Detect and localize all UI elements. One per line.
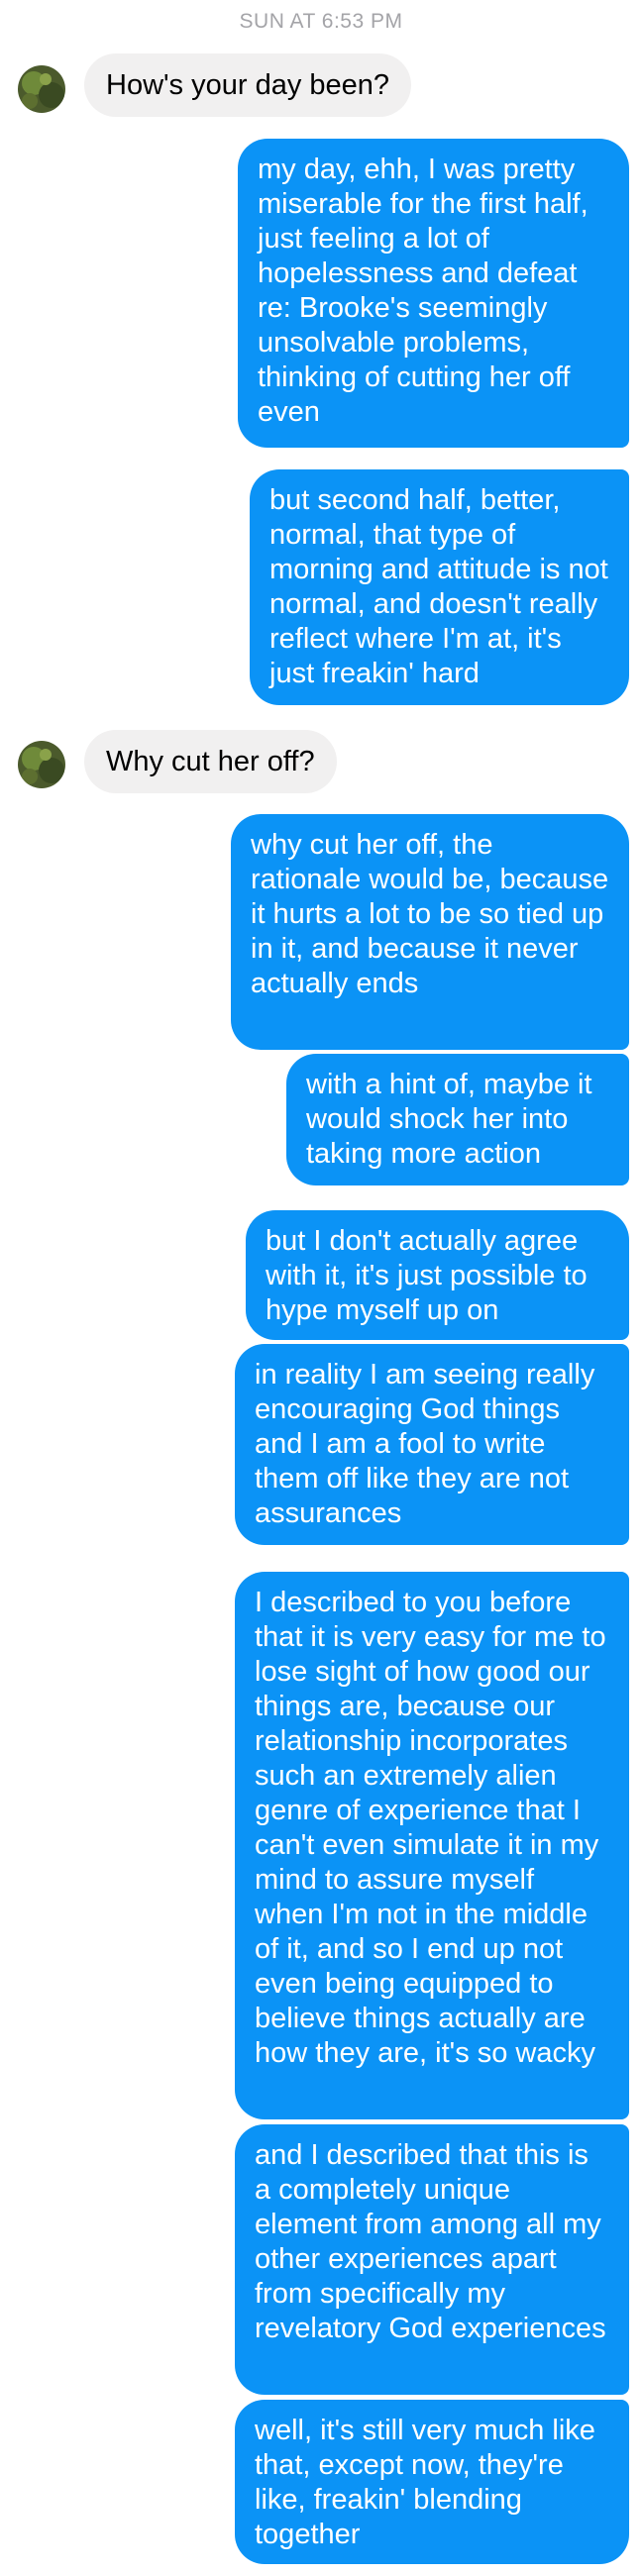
outgoing-message[interactable]: but I don't actually agree with it, it's… — [246, 1210, 629, 1340]
contact-avatar-photo-icon — [18, 741, 65, 788]
outgoing-message[interactable]: in reality I am seeing really encouragin… — [235, 1344, 629, 1545]
contact-avatar[interactable] — [18, 741, 65, 788]
outgoing-message[interactable]: with a hint of, maybe it would shock her… — [286, 1054, 629, 1185]
contact-avatar-photo-icon — [18, 65, 65, 113]
outgoing-message[interactable]: I described to you before that it is ver… — [235, 1572, 629, 2119]
outgoing-message[interactable]: but second half, better, normal, that ty… — [250, 469, 629, 705]
outgoing-message[interactable]: and I described that this is a completel… — [235, 2124, 629, 2395]
outgoing-message[interactable]: why cut her off, the rationale would be,… — [231, 814, 629, 1050]
conversation-timestamp: SUN AT 6:53 PM — [239, 10, 403, 33]
outgoing-message[interactable]: my day, ehh, I was pretty miserable for … — [238, 139, 629, 448]
contact-avatar[interactable] — [18, 65, 65, 113]
incoming-message[interactable]: How's your day been? — [84, 53, 412, 117]
outgoing-message[interactable]: well, it's still very much like that, ex… — [235, 2400, 629, 2564]
incoming-message[interactable]: Why cut her off? — [84, 730, 337, 793]
